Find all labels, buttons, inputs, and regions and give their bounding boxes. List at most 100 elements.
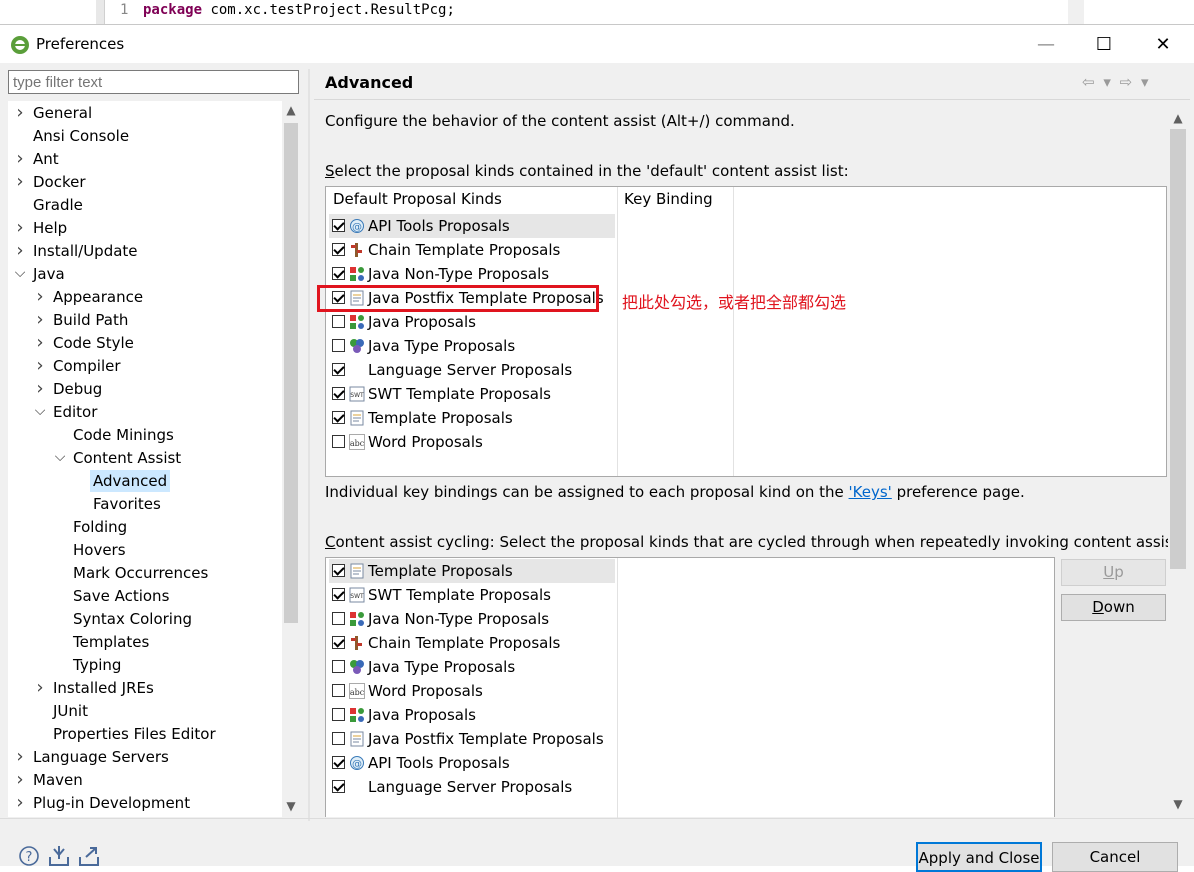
- tree-item-label: Maven: [33, 771, 83, 789]
- page-description: Configure the behavior of the content as…: [325, 112, 795, 130]
- default-proposal-row[interactable]: @ API Tools Proposals: [329, 214, 615, 238]
- tree-item-label: Syntax Coloring: [73, 610, 192, 628]
- tree-item-label: Debug: [53, 380, 103, 398]
- tree-item-label: Hovers: [73, 541, 126, 559]
- checkbox[interactable]: [332, 411, 345, 424]
- chevron-right-icon[interactable]: ›: [34, 355, 46, 377]
- column-divider: [617, 187, 618, 476]
- checkbox[interactable]: [332, 708, 345, 721]
- checkbox[interactable]: [332, 684, 345, 697]
- tree-item-label: Code Style: [53, 334, 134, 352]
- cancel-button[interactable]: Cancel: [1052, 842, 1178, 872]
- checkbox[interactable]: [332, 780, 345, 793]
- tree-item-label: Code Minings: [73, 426, 174, 444]
- preference-tree: › General Ansi Console › Ant › Docker Gradle › He…: [8, 101, 300, 817]
- editor-scrollbar[interactable]: [1068, 0, 1084, 24]
- checkbox[interactable]: [332, 387, 345, 400]
- proposal-label: API Tools Proposals: [368, 217, 510, 235]
- chevron-right-icon[interactable]: ›: [34, 332, 46, 354]
- keys-link[interactable]: 'Keys': [849, 483, 892, 501]
- template-icon: [350, 731, 364, 747]
- tree-item-label: Docker: [33, 173, 86, 191]
- chevron-down-icon[interactable]: ⌵: [34, 400, 46, 422]
- tree-item-label: Java: [33, 265, 65, 283]
- chevron-right-icon[interactable]: ›: [34, 309, 46, 331]
- checkbox[interactable]: [332, 564, 345, 577]
- annotation-text: 把此处勾选，或者把全部都勾选: [622, 293, 847, 312]
- checkbox[interactable]: [332, 243, 345, 256]
- chevron-right-icon[interactable]: ›: [14, 148, 26, 170]
- checkbox[interactable]: [332, 636, 345, 649]
- chain-template-icon: [351, 243, 362, 257]
- minimize-button[interactable]: —: [1017, 25, 1075, 63]
- scroll-up-arrow-icon[interactable]: ▲: [282, 103, 300, 117]
- checkbox[interactable]: [332, 363, 345, 376]
- maximize-button[interactable]: ☐: [1075, 25, 1133, 63]
- col-header-kinds[interactable]: Default Proposal Kinds: [333, 190, 502, 208]
- chevron-right-icon[interactable]: ›: [14, 746, 26, 768]
- col-header-binding[interactable]: Key Binding: [624, 190, 713, 208]
- checkbox[interactable]: [332, 732, 345, 745]
- chevron-right-icon[interactable]: ›: [34, 378, 46, 400]
- title-bar: Preferences — ☐ ✕: [0, 25, 1194, 63]
- help-icon[interactable]: ?: [18, 845, 40, 867]
- checkbox[interactable]: [332, 219, 345, 232]
- proposal-label: Word Proposals: [368, 682, 483, 700]
- scroll-down-arrow-icon[interactable]: ▼: [282, 799, 300, 813]
- svg-text:?: ?: [26, 850, 33, 865]
- tree-item-label: Plug-in Development: [33, 794, 191, 812]
- export-icon[interactable]: [78, 845, 100, 867]
- proposal-label: Java Proposals: [368, 313, 476, 331]
- chevron-right-icon[interactable]: ›: [34, 677, 46, 699]
- tree-item-label: Typing: [73, 656, 122, 674]
- scroll-up-arrow-icon[interactable]: ▲: [1169, 111, 1187, 125]
- chevron-right-icon[interactable]: ›: [14, 102, 26, 124]
- checkbox[interactable]: [332, 588, 345, 601]
- java-type-icon: [350, 339, 364, 353]
- tree-item-label: Favorites: [93, 495, 161, 513]
- chevron-down-icon[interactable]: ⌵: [54, 446, 66, 468]
- down-button[interactable]: Down: [1061, 594, 1166, 621]
- chevron-right-icon[interactable]: ›: [14, 171, 26, 193]
- checkbox[interactable]: [332, 435, 345, 448]
- proposal-label: Java Type Proposals: [368, 337, 516, 355]
- apply-and-close-button[interactable]: Apply and Close: [916, 842, 1042, 872]
- history-nav-icons[interactable]: ⇦ ▾ ⇨ ▾: [1082, 73, 1151, 91]
- chevron-right-icon[interactable]: ›: [14, 769, 26, 791]
- checkbox[interactable]: [332, 612, 345, 625]
- tree-item-label: Editor: [53, 403, 98, 421]
- code-keyword: package: [143, 2, 203, 18]
- chevron-right-icon[interactable]: ›: [14, 240, 26, 262]
- close-button[interactable]: ✕: [1134, 25, 1192, 63]
- page-scrollbar[interactable]: ▲ ▼: [1168, 107, 1188, 815]
- eclipse-logo-icon: [11, 36, 29, 54]
- scroll-down-arrow-icon[interactable]: ▼: [1169, 797, 1187, 811]
- tree-scrollbar-thumb[interactable]: [284, 123, 298, 623]
- cycling-proposal-row[interactable]: Template Proposals: [329, 559, 615, 583]
- chevron-right-icon[interactable]: ›: [14, 792, 26, 814]
- mnemonic: U: [1103, 563, 1115, 581]
- proposal-label: Java Proposals: [368, 706, 476, 724]
- svg-text:abc: abc: [350, 439, 365, 448]
- page-scrollbar-thumb[interactable]: [1170, 129, 1186, 569]
- chevron-down-icon[interactable]: ⌵: [14, 262, 26, 284]
- checkbox[interactable]: [332, 660, 345, 673]
- import-icon[interactable]: [48, 845, 70, 867]
- window-title: Preferences: [36, 35, 125, 53]
- checkbox[interactable]: [332, 756, 345, 769]
- page-title: Advanced: [325, 73, 414, 92]
- pane-splitter[interactable]: [308, 69, 310, 821]
- java-non-type-icon: [350, 267, 364, 281]
- chevron-right-icon[interactable]: ›: [14, 217, 26, 239]
- proposal-label: Java Type Proposals: [368, 658, 516, 676]
- checkbox[interactable]: [332, 267, 345, 280]
- up-button[interactable]: Up: [1061, 559, 1166, 586]
- cycling-label: Content assist cycling: Select the propo…: [325, 533, 1184, 551]
- filter-input[interactable]: [8, 70, 299, 94]
- chevron-right-icon[interactable]: ›: [34, 286, 46, 308]
- tree-scrollbar[interactable]: ▲ ▼: [282, 101, 300, 817]
- proposal-label: SWT Template Proposals: [368, 586, 551, 604]
- checkbox[interactable]: [332, 315, 345, 328]
- checkbox[interactable]: [332, 339, 345, 352]
- proposal-label: Template Proposals: [368, 409, 513, 427]
